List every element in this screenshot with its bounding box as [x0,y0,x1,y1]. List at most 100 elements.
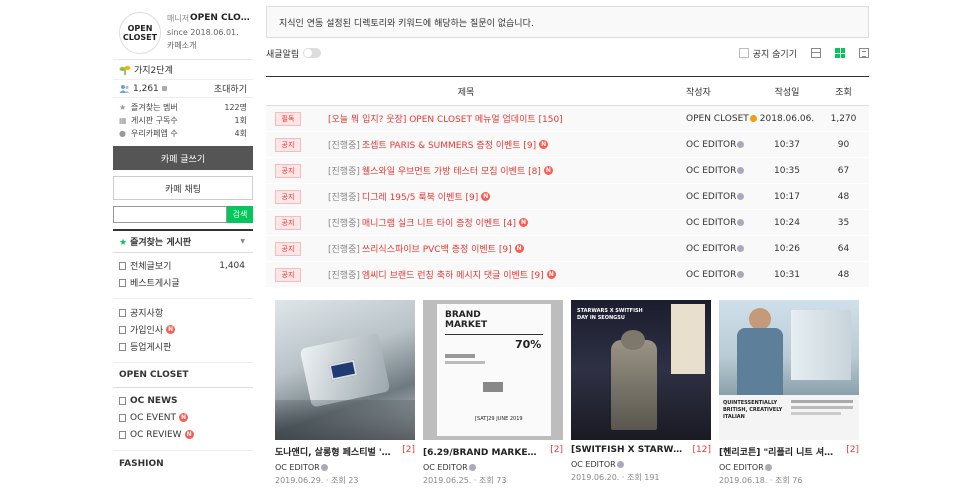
kin-notice: 지식인 연동 설정된 디렉토리와 키워드에 해당하는 질문이 없습니다. [266,6,869,38]
fav-boards-header[interactable]: ★ 즐겨찾는 게시판 ▼ [113,229,253,253]
menu-item-greeting[interactable]: 가입인사 N [113,321,253,338]
card-thumbnail[interactable] [275,300,415,440]
board-header: 제목 작성자 작성일 조회 [266,77,869,106]
author-name[interactable]: OC EDITOR [686,140,736,150]
hide-notice-label[interactable]: 공지 숨기기 [753,47,797,60]
article-author[interactable]: OC EDITOR [666,244,756,254]
comment-count[interactable]: [2] [550,445,563,458]
article-title-link[interactable]: [진행중] 쓰리식스파이브 PVC백 증정 이벤트 [9] N [328,242,666,255]
article-title[interactable]: 웰스와일 우브먼트 가방 테스터 모집 이벤트 [8] [362,164,541,177]
menu-item-oc-event[interactable]: OC EVENT N [113,409,253,426]
member-count[interactable]: 1,261 [133,84,159,94]
article-author[interactable]: OC EDITOR [666,166,756,176]
new-badge: N [543,166,553,175]
grid-view-icon[interactable] [835,48,845,58]
card-thumbnail[interactable]: QUINTESSENTIALLY BRITISH, CREATIVELY ITA… [719,300,859,440]
article-title[interactable]: 매니그램 실크 니트 타이 증정 이벤트 [4] [362,216,516,229]
menu-item-all[interactable]: 전체글보기 1,404 [113,257,253,274]
chat-button[interactable]: 카페 채팅 [113,176,253,200]
new-alert-label: 새글알림 [266,49,300,60]
article-author[interactable]: OC EDITOR [666,140,756,150]
gallery-card[interactable]: STARWARS X SWITFISH DAY IN SEONGSU [SWIT… [571,300,711,486]
author-name[interactable]: OC EDITOR [686,166,736,176]
thumb-text: BRAND [445,310,481,320]
author-name[interactable]: OC EDITOR [686,192,736,202]
card-author[interactable]: OC EDITOR [571,460,616,469]
article-author[interactable]: OPEN CLOSET [666,114,757,124]
article-title-link[interactable]: [진행중] 조셉트 PARIS & SUMMERS 증정 이벤트 [9] N [328,138,666,151]
menu-item-best[interactable]: 베스트게시글 [113,274,253,291]
stat-fav-members: ★ 즐겨찾는 멤버 122명 [113,101,253,114]
gallery-card[interactable]: 도나앤디, 살롱형 페스티벌 '크레… [2] OC EDITOR 2019.06… [275,300,415,486]
cafe-intro-link[interactable]: 카페소개 [167,40,196,51]
caret-down-icon[interactable]: ▼ [240,238,245,245]
board-icon [119,261,126,270]
article-title-link[interactable]: [진행중] 디그레 195/5 룩북 이벤트 [9] N [328,190,666,203]
search-button[interactable]: 검색 [227,206,253,223]
toggle-switch[interactable] [303,48,322,58]
cafe-logo[interactable]: OPEN CLOSET [119,12,161,54]
card-title[interactable]: [SWITFISH X STARWARS… [571,445,689,455]
comment-count[interactable]: [2] [846,445,859,458]
table-row: 공지 [진행중] 디그레 195/5 룩북 이벤트 [9] N OC EDITOR … [266,184,869,210]
new-alert-toggle[interactable]: 새글알림 [266,47,322,60]
card-author[interactable]: OC EDITOR [719,463,764,472]
card-thumbnail[interactable]: STARWARS X SWITFISH DAY IN SEONGSU [571,300,711,440]
comment-count[interactable]: [2] [402,445,415,458]
gallery-card[interactable]: BRAND MARKET 70% [SAT]29 JUNE 2019 [6.29… [423,300,563,486]
member-level-icon [468,464,476,471]
level-label: 가지2단계 [134,66,173,76]
write-button[interactable]: 카페 글쓰기 [113,146,253,170]
list-view-icon[interactable] [811,48,821,58]
article-title[interactable]: 엠씨디 브랜드 런칭 축하 메시지 댓글 이벤트 [9] [362,268,544,281]
article-title[interactable]: 쓰리식스파이브 PVC백 증정 이벤트 [9] [362,242,512,255]
menu-label: OC NEWS [130,395,178,406]
cafe-level[interactable]: 가지2단계 [113,60,253,80]
thumb-text: QUINTESSENTIALLY [723,400,778,406]
card-author[interactable]: OC EDITOR [423,463,468,472]
card-title[interactable]: [헨리코튼] "리플리 니트 셔츠" 기… [719,445,837,458]
thumb-text: BRITISH, CREATIVELY [723,407,783,413]
manager-label: 매니저 [167,14,190,23]
menu-label: 공지사항 [130,309,164,319]
article-author[interactable]: OC EDITOR [666,270,756,280]
author-name[interactable]: OPEN CLOSET [686,114,749,124]
article-title[interactable]: 조셉트 PARIS & SUMMERS 증정 이벤트 [9] [362,138,536,151]
card-title[interactable]: [6.29/BRAND MARKET] 월스… [423,445,541,458]
new-badge: N [514,244,524,253]
board-icon [119,278,126,287]
menu-item-oc-review[interactable]: OC REVIEW N [113,426,253,443]
lock-icon [161,86,167,91]
author-name[interactable]: OC EDITOR [686,270,736,280]
cafe-name[interactable]: OPEN CLOSET [190,13,250,23]
menu-item-notice[interactable]: 공지사항 [113,304,253,321]
divider [113,443,253,451]
header-views: 조회 [835,87,852,98]
gallery-card[interactable]: QUINTESSENTIALLY BRITISH, CREATIVELY ITA… [719,300,859,486]
thumb-text: 70% [515,338,542,351]
article-author[interactable]: OC EDITOR [666,192,756,202]
article-title-link[interactable]: [오늘 뭐 입지? 웃장] OPEN CLOSET 메뉴얼 업데이트 [150] [328,112,666,125]
card-title[interactable]: 도나앤디, 살롱형 페스티벌 '크레… [275,445,393,458]
search-input[interactable] [113,206,227,223]
article-title-link[interactable]: [진행중] 웰스와일 우브먼트 가방 테스터 모집 이벤트 [8] N [328,164,666,177]
article-title-link[interactable]: [진행중] 엠씨디 브랜드 런칭 축하 메시지 댓글 이벤트 [9] N [328,268,666,281]
thumb-text: ITALIAN [723,414,745,420]
article-title[interactable]: 디그레 195/5 룩북 이벤트 [9] [362,190,478,203]
author-name[interactable]: OC EDITOR [686,244,736,254]
invite-link[interactable]: 초대하기 [214,82,247,95]
article-prefix: [진행중] [328,141,360,151]
author-name[interactable]: OC EDITOR [686,218,736,228]
article-author[interactable]: OC EDITOR [666,218,756,228]
star-icon: ★ [119,102,127,112]
hide-notice-checkbox[interactable] [738,48,749,58]
article-title[interactable]: [오늘 뭐 입지? 웃장] OPEN CLOSET 메뉴얼 업데이트 [150] [328,112,563,125]
comment-count[interactable]: [12] [693,445,711,455]
menu-item-oc-news[interactable]: OC NEWS [113,392,253,409]
card-thumbnail[interactable]: BRAND MARKET 70% [SAT]29 JUNE 2019 [423,300,563,440]
card-author[interactable]: OC EDITOR [275,463,320,472]
menu-item-levelup[interactable]: 등업게시판 [113,338,253,355]
card-view-icon[interactable] [859,48,869,58]
thumb-text: DAY IN SEONGSU [577,315,625,321]
article-title-link[interactable]: [진행중] 매니그램 실크 니트 타이 증정 이벤트 [4] N [328,216,666,229]
